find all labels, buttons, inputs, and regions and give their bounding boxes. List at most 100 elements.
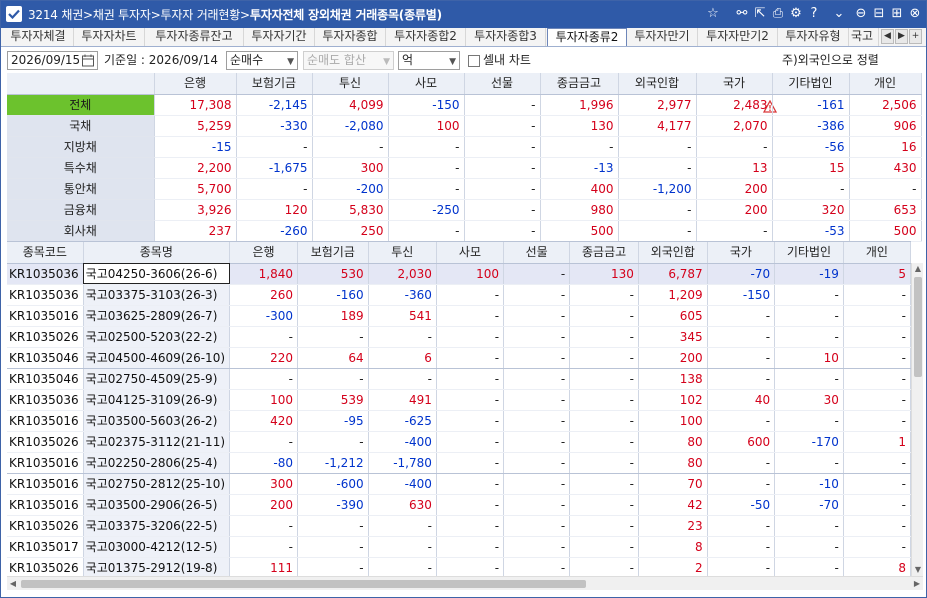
maximize-icon[interactable]: ⊞ xyxy=(889,7,905,23)
scroll-right-icon[interactable]: ▶ xyxy=(911,577,923,591)
restore-icon[interactable]: ⊟ xyxy=(871,7,887,23)
bond-name[interactable]: 국고04125-3109(26-9) xyxy=(83,389,231,411)
column-header[interactable]: 개인 xyxy=(843,242,911,264)
unit-select[interactable]: 억 ▼ xyxy=(398,51,460,70)
column-header[interactable]: 종금금고 xyxy=(540,73,619,95)
table-row[interactable]: KR1035016 국고03500-5603(26-2) 420 -95 -625- - -… xyxy=(7,410,911,432)
calendar-icon[interactable] xyxy=(82,54,94,67)
column-header[interactable]: 국가 xyxy=(707,242,776,264)
tab-investor-maturity[interactable]: 투자자만기 xyxy=(627,28,698,46)
bond-name[interactable]: 국고02375-3112(21-11) xyxy=(83,431,231,453)
column-header[interactable]: 보험기금 xyxy=(236,73,313,95)
column-header[interactable]: 사모 xyxy=(436,242,505,264)
horizontal-scroll-thumb[interactable] xyxy=(21,580,586,588)
detail-cell: - xyxy=(503,410,571,432)
bond-name[interactable]: 국고02500-5203(22-2) xyxy=(83,326,231,348)
tab-investor-trades[interactable]: 투자자체결 xyxy=(3,28,74,46)
tab-next-icon[interactable]: ▶ xyxy=(895,29,908,44)
tab-investor-period[interactable]: 투자자기간 xyxy=(244,28,315,46)
bond-name[interactable]: 국고04250-3606(26-6) xyxy=(83,263,231,285)
vertical-scroll-thumb[interactable] xyxy=(914,277,922,377)
bond-name[interactable]: 국고03500-5603(26-2) xyxy=(83,410,231,432)
minimize-icon[interactable]: ⊖ xyxy=(853,7,869,23)
settings-icon[interactable]: ⚙ xyxy=(788,7,804,23)
column-header[interactable]: 종금금고 xyxy=(569,242,639,264)
tab-treasury[interactable]: 국고 xyxy=(849,28,879,46)
table-row[interactable]: KR1035046 국고02750-4509(25-9) - - - - - -138- - - xyxy=(7,368,911,390)
bond-name[interactable]: 국고02750-4509(25-9) xyxy=(83,368,231,390)
bond-name[interactable]: 국고02750-2812(25-10) xyxy=(83,473,231,495)
column-header[interactable]: 사모 xyxy=(388,73,465,95)
tab-investor-type-balance[interactable]: 투자자종류잔고 xyxy=(145,28,244,46)
link-icon[interactable]: ⚯ xyxy=(734,7,750,23)
cell-chart-checkbox[interactable] xyxy=(468,55,480,67)
star-icon[interactable]: ☆ xyxy=(705,7,721,23)
summary-row[interactable]: 지방채 -15- - - - - - - -56 16 xyxy=(7,136,922,158)
column-header[interactable]: 보험기금 xyxy=(297,242,369,264)
column-header[interactable]: 은행 xyxy=(229,242,299,264)
tab-investor-summary3[interactable]: 투자자종합3 xyxy=(466,28,546,46)
summary-row[interactable]: 회사채 237 -260 250- -500- - -53 500 xyxy=(7,220,922,242)
column-header[interactable]: 외국인합 xyxy=(638,242,708,264)
table-row[interactable]: KR1035016 국고03500-2906(26-5) 200 -390 630- - -… xyxy=(7,494,911,516)
scroll-left-icon[interactable]: ◀ xyxy=(7,577,19,591)
export-icon[interactable]: ⇱ xyxy=(752,7,768,23)
tab-investor-chart[interactable]: 투자자차트 xyxy=(74,28,145,46)
tab-investor-maturity2[interactable]: 투자자만기2 xyxy=(698,28,778,46)
column-header[interactable]: 개인 xyxy=(849,73,922,95)
column-header[interactable]: 은행 xyxy=(154,73,237,95)
tab-investor-kind[interactable]: 투자자유형 xyxy=(778,28,849,46)
column-header[interactable]: 선물 xyxy=(464,73,541,95)
bond-name[interactable]: 국고03000-4212(12-5) xyxy=(83,536,231,558)
summary-row[interactable]: 전체 17,308 -2,145 4,099 -150-1,996 2,977 2,483-… xyxy=(7,94,922,116)
table-row[interactable]: KR1035016 국고02250-2806(25-4) -80 -1,212 -1,7… xyxy=(7,452,911,474)
bond-name[interactable]: 국고03625-2809(26-7) xyxy=(83,305,231,327)
table-row[interactable]: KR1035036 국고04125-3109(26-9) 100 539 491- - -1… xyxy=(7,389,911,411)
tab-prev-icon[interactable]: ◀ xyxy=(881,29,894,44)
bond-name[interactable]: 국고02250-2806(25-4) xyxy=(83,452,231,474)
table-row[interactable]: KR1035026 국고02500-5203(22-2) - - - - - -345- - - xyxy=(7,326,911,348)
column-header[interactable]: 종목코드 xyxy=(7,242,84,264)
summary-row[interactable]: 통안채 5,700- -200- -400 -1,200 200- - xyxy=(7,178,922,200)
vertical-scrollbar[interactable]: ▲ ▼ xyxy=(911,263,923,576)
column-header[interactable]: 투신 xyxy=(368,242,437,264)
close-icon[interactable]: ⊗ xyxy=(907,7,923,23)
column-header[interactable]: 투신 xyxy=(312,73,389,95)
column-header[interactable]: 종목명 xyxy=(83,242,231,264)
column-header[interactable]: 선물 xyxy=(503,242,571,264)
bond-name[interactable]: 국고03375-3206(22-5) xyxy=(83,515,231,537)
bond-name[interactable]: 국고04500-4609(26-10) xyxy=(83,347,231,369)
summary-row[interactable]: 특수채 2,200 -1,675 300- - -13-13 15 430 xyxy=(7,157,922,179)
horizontal-scrollbar[interactable]: ◀ ▶ xyxy=(7,576,923,590)
tab-investor-summary2[interactable]: 투자자종합2 xyxy=(386,28,466,46)
table-row[interactable]: KR1035036 국고04250-3606(26-6) 1,840 530 2,030… xyxy=(7,263,911,285)
date-input[interactable]: 2026/09/15 xyxy=(7,51,98,70)
table-row[interactable]: KR1035026 국고01375-2912(19-8) 111- - - - -2- -8 xyxy=(7,557,911,576)
scroll-down-icon[interactable]: ▼ xyxy=(912,564,924,576)
bond-name[interactable]: 국고03500-2906(26-5) xyxy=(83,494,231,516)
column-header[interactable]: 기타법인 xyxy=(774,242,844,264)
print-icon[interactable]: ⎙ xyxy=(770,7,786,23)
bond-name[interactable]: 국고03375-3103(26-3) xyxy=(83,284,231,306)
tab-investor-summary[interactable]: 투자자종합 xyxy=(315,28,386,46)
tab-investor-type2[interactable]: 투자자종류2 xyxy=(547,28,627,46)
bond-name[interactable]: 국고01375-2912(19-8) xyxy=(83,557,231,576)
table-row[interactable]: KR1035026 국고02375-3112(21-11) - - -400- - -80 6… xyxy=(7,431,911,453)
table-row[interactable]: KR1035016 국고02750-2812(25-10) 300 -600 -400-… xyxy=(7,473,911,495)
column-header[interactable]: 외국인합 xyxy=(618,73,697,95)
tab-add-icon[interactable]: + xyxy=(909,29,922,44)
table-row[interactable]: KR1035017 국고03000-4212(12-5) - - - - - -8- - - xyxy=(7,536,911,558)
column-header[interactable]: 국가 xyxy=(696,73,773,95)
chevron-down-icon[interactable]: ⌄ xyxy=(831,7,847,23)
net-select[interactable]: 순매수 ▼ xyxy=(226,51,298,70)
window-checkbox[interactable] xyxy=(6,6,22,22)
summary-row[interactable]: 금융채 3,926 120 5,830 -250-980-200 320 653 xyxy=(7,199,922,221)
summary-row[interactable]: 국채 5,259 -330 -2,080 100-130 4,177 2,070 -386 90… xyxy=(7,115,922,137)
table-row[interactable]: KR1035016 국고03625-2809(26-7) -300 189 541- - -… xyxy=(7,305,911,327)
table-row[interactable]: KR1035036 국고03375-3103(26-3) 260 -160 -360- -… xyxy=(7,284,911,306)
table-row[interactable]: KR1035046 국고04500-4609(26-10) 220 64 6- - -200… xyxy=(7,347,911,369)
help-icon[interactable]: ? xyxy=(806,7,822,23)
table-row[interactable]: KR1035026 국고03375-3206(22-5) - - - - - -23- - - xyxy=(7,515,911,537)
scroll-up-icon[interactable]: ▲ xyxy=(912,263,924,275)
column-header[interactable]: 기타법인 xyxy=(772,73,850,95)
